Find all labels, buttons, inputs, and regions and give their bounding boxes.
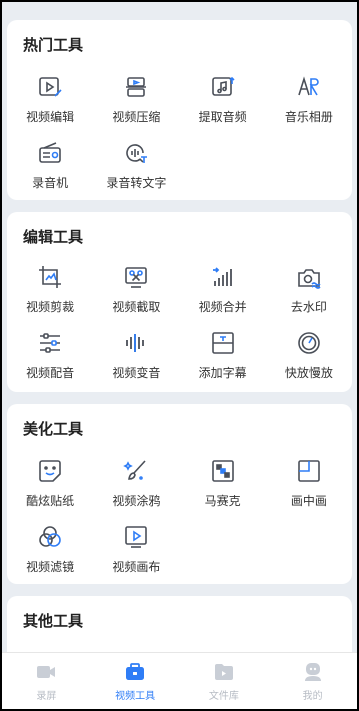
screen-border [0, 0, 359, 711]
